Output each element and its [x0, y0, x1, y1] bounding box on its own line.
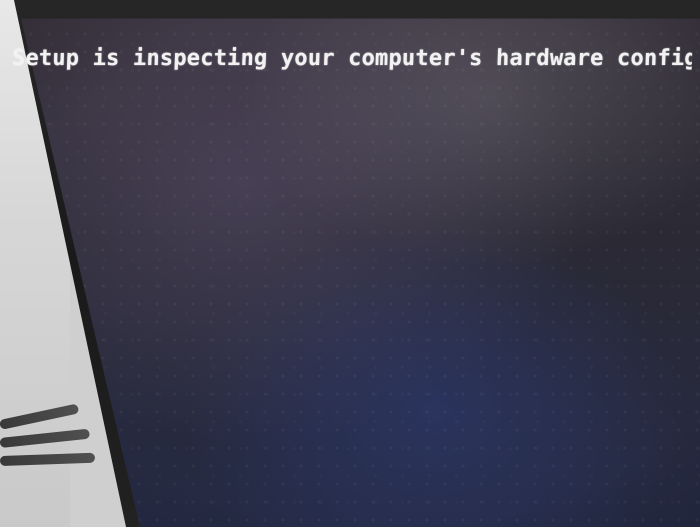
cable [0, 452, 96, 466]
monitor-screen [21, 18, 700, 527]
setup-status-message: Setup is inspecting your computer's hard… [11, 46, 693, 71]
monitor-photo: Setup is inspecting your computer's hard… [0, 0, 700, 527]
